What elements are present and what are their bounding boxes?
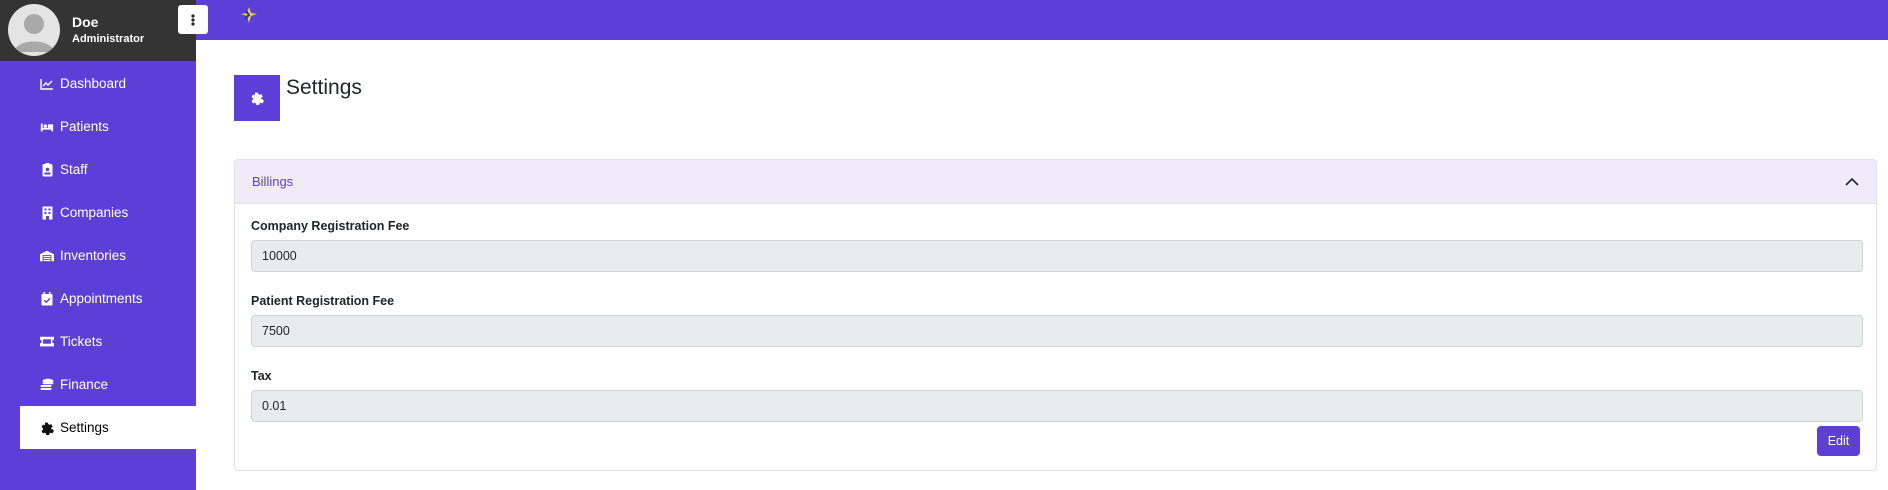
billings-form: Company Registration Fee Patient Registr…: [235, 219, 1876, 422]
warehouse-icon: [40, 249, 54, 263]
sidebar-item-label: Dashboard: [60, 76, 127, 91]
sidebar-item-finance[interactable]: Finance: [0, 363, 196, 406]
tax-field[interactable]: [251, 390, 1863, 422]
sidebar-nav: Dashboard Patients Staff Companies Inven…: [0, 62, 196, 449]
sidebar-item-settings[interactable]: Settings: [20, 406, 196, 449]
company-registration-fee-field[interactable]: [251, 240, 1863, 272]
patient-registration-fee-field[interactable]: [251, 315, 1863, 347]
top-bar: [0, 0, 1888, 40]
id-badge-icon: [40, 162, 54, 177]
sidebar-item-label: Tickets: [60, 334, 103, 349]
sidebar-item-label: Appointments: [60, 291, 143, 306]
sidebar-item-label: Inventories: [60, 248, 127, 263]
page-title-badge: [234, 75, 280, 121]
sidebar-item-inventories[interactable]: Inventories: [0, 234, 196, 277]
sidebar-item-label: Finance: [60, 377, 109, 392]
sidebar-item-label: Patients: [60, 119, 109, 134]
gear-icon: [251, 92, 264, 105]
sidebar-item-label: Settings: [60, 420, 109, 435]
patient-registration-fee-label: Patient Registration Fee: [251, 294, 395, 308]
calendar-check-icon: [40, 291, 54, 306]
kebab-icon: [191, 13, 195, 26]
company-registration-fee-label: Company Registration Fee: [251, 219, 410, 233]
user-name: Doe: [72, 14, 99, 30]
sidebar-item-label: Companies: [60, 205, 129, 220]
billings-accordion-header[interactable]: Billings: [235, 160, 1876, 204]
sidebar-item-appointments[interactable]: Appointments: [0, 277, 196, 320]
ticket-icon: [40, 335, 54, 349]
user-panel: Doe Administrator: [0, 0, 208, 61]
sidebar-item-dashboard[interactable]: Dashboard: [0, 62, 196, 105]
user-role: Administrator: [72, 33, 145, 45]
page-title: Settings: [286, 76, 362, 99]
edit-button[interactable]: Edit: [1817, 426, 1860, 456]
sidebar-item-tickets[interactable]: Tickets: [0, 320, 196, 363]
building-icon: [40, 206, 54, 220]
sidebar-item-label: Staff: [60, 162, 88, 177]
chevron-up-icon[interactable]: [1844, 175, 1860, 189]
sidebar-item-staff[interactable]: Staff: [0, 148, 196, 191]
billings-header-label: Billings: [252, 174, 294, 189]
avatar[interactable]: [8, 4, 60, 56]
coins-icon: [40, 378, 54, 392]
logo-icon[interactable]: [240, 6, 258, 24]
more-menu-button[interactable]: [178, 5, 208, 34]
user-silhouette-icon: [14, 14, 54, 52]
billings-card: Billings Company Registration Fee Patien…: [234, 159, 1877, 471]
sidebar: Doe Administrator Dashboard Patients Sta…: [0, 0, 208, 490]
sidebar-item-patients[interactable]: Patients: [0, 105, 196, 148]
tax-label: Tax: [251, 369, 272, 383]
sidebar-item-companies[interactable]: Companies: [0, 191, 196, 234]
main-content: Settings Billings Company Registration F…: [196, 40, 1888, 490]
bed-icon: [40, 120, 54, 134]
chart-line-icon: [40, 77, 54, 91]
gear-icon: [40, 421, 54, 435]
